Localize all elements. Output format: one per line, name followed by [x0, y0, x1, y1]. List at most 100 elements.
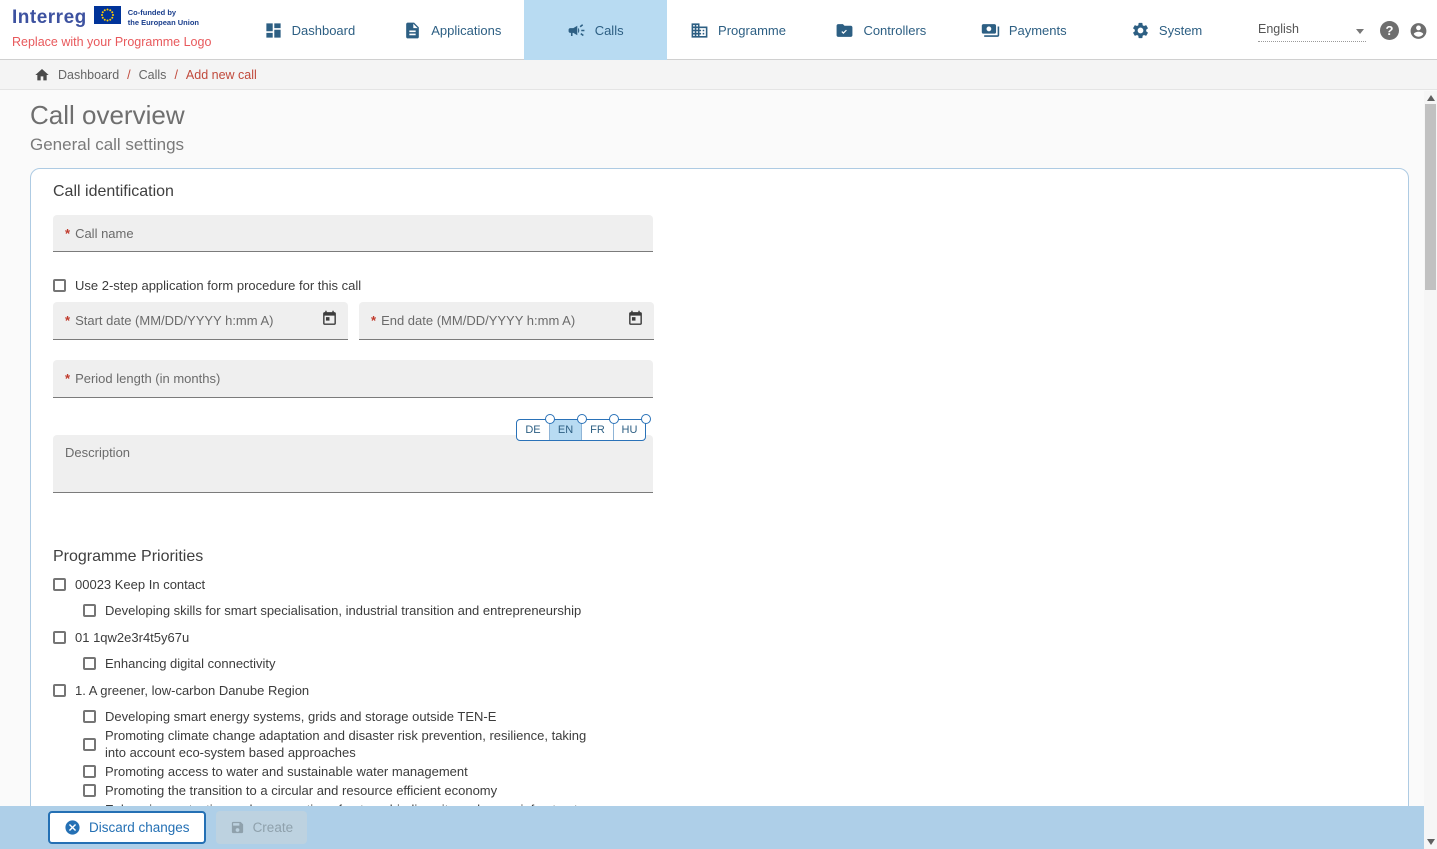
specific-objective-row[interactable]: Promoting access to water and sustainabl… [83, 763, 1408, 780]
two-step-checkbox-row[interactable]: Use 2-step application form procedure fo… [53, 278, 1408, 293]
nav-tab-dashboard[interactable]: Dashboard [238, 0, 381, 60]
user-menu-icon[interactable] [1409, 21, 1428, 40]
start-date-field[interactable]: Start date (MM/DD/YYYY h:mm A) [53, 302, 348, 340]
page-title: Call overview [30, 100, 1424, 131]
specific-objective-label: Developing skills for smart specialisati… [105, 602, 581, 619]
create-button[interactable]: Create [216, 811, 308, 844]
account-circle-icon [1409, 19, 1428, 43]
checkbox[interactable] [53, 279, 66, 292]
description-field[interactable]: Description [53, 435, 653, 493]
empty-translation-badge [609, 414, 619, 424]
create-label: Create [253, 820, 294, 835]
programme-priorities-heading: Programme Priorities [53, 548, 1408, 566]
help-icon[interactable]: ? [1380, 21, 1399, 40]
description-language-tabs: DE EN FR HU [516, 419, 646, 441]
nav-tab-controllers[interactable]: Controllers [809, 0, 952, 60]
nav-tab-label: Applications [431, 23, 501, 38]
specific-objective-label: Promoting access to water and sustainabl… [105, 763, 468, 780]
folder-check-icon [835, 21, 854, 40]
scroll-up-arrow-icon[interactable] [1427, 95, 1435, 101]
nav-tab-label: Calls [595, 23, 624, 38]
language-select[interactable]: English [1258, 22, 1366, 42]
empty-translation-badge [641, 414, 651, 424]
top-navbar: Interreg Co-funded by the European Union… [0, 0, 1437, 60]
specific-objective-label: Promoting the transition to a circular a… [105, 782, 497, 799]
lang-tab-label: EN [558, 424, 573, 436]
checkbox[interactable] [53, 578, 66, 591]
lang-tab-hu[interactable]: HU [613, 420, 645, 440]
form-action-bar: Discard changes Create [0, 806, 1437, 849]
scroll-down-arrow-icon[interactable] [1427, 839, 1435, 845]
nav-tab-calls[interactable]: Calls [524, 0, 667, 60]
description-label: Description [65, 445, 130, 460]
document-icon [403, 21, 422, 40]
priority-label: 01 1qw2e3r4t5y67u [75, 629, 189, 646]
checkbox[interactable] [83, 604, 96, 617]
period-length-field[interactable]: Period length (in months) [53, 360, 653, 398]
specific-objective-row[interactable]: Enhancing digital connectivity [83, 655, 1408, 672]
priority-row[interactable]: 00023 Keep In contact [53, 576, 1408, 593]
specific-objective-row[interactable]: Promoting climate change adaptation and … [83, 727, 1408, 761]
priority-row[interactable]: 1. A greener, low-carbon Danube Region [53, 682, 1408, 699]
empty-translation-badge [577, 414, 587, 424]
breadcrumb-current-page: Add new call [186, 68, 257, 82]
language-selected-value: English [1258, 22, 1299, 36]
specific-objective-row[interactable]: Promoting the transition to a circular a… [83, 782, 1408, 799]
checkbox[interactable] [83, 710, 96, 723]
chevron-down-icon [1356, 29, 1364, 34]
cofunded-text: Co-funded by the European Union [128, 8, 199, 27]
page-subtitle: General call settings [30, 135, 1424, 155]
checkbox[interactable] [53, 631, 66, 644]
breadcrumb-dashboard[interactable]: Dashboard [58, 68, 119, 82]
interreg-brand-text: Interreg [12, 7, 87, 29]
home-icon[interactable] [34, 67, 50, 83]
specific-objective-label: Promoting climate change adaptation and … [105, 727, 610, 761]
main-content: Call overview General call settings Call… [0, 91, 1424, 806]
lang-tab-en[interactable]: EN [549, 420, 581, 440]
nav-tab-label: Programme [718, 23, 786, 38]
call-name-field[interactable]: Call name [53, 215, 653, 252]
calendar-icon[interactable] [627, 310, 644, 332]
save-icon [230, 820, 245, 835]
checkbox[interactable] [83, 657, 96, 670]
lang-tab-label: HU [622, 424, 638, 436]
nav-tab-system[interactable]: System [1095, 0, 1238, 60]
priority-label: 00023 Keep In contact [75, 576, 205, 593]
vertical-scrollbar[interactable] [1424, 91, 1437, 849]
breadcrumb: Dashboard / Calls / Add new call [0, 60, 1437, 90]
checkbox[interactable] [83, 738, 96, 751]
checkbox[interactable] [53, 684, 66, 697]
dashboard-icon [264, 21, 283, 40]
lang-tab-de[interactable]: DE [517, 420, 549, 440]
checkbox[interactable] [83, 765, 96, 778]
calendar-icon[interactable] [321, 310, 338, 332]
end-date-label: End date (MM/DD/YYYY h:mm A) [371, 313, 627, 328]
nav-tab-applications[interactable]: Applications [381, 0, 524, 60]
nav-tab-label: Controllers [863, 23, 926, 38]
specific-objective-label: Developing smart energy systems, grids a… [105, 708, 496, 725]
scrollbar-thumb[interactable] [1425, 104, 1436, 290]
priority-row[interactable]: 01 1qw2e3r4t5y67u [53, 629, 1408, 646]
date-row: Start date (MM/DD/YYYY h:mm A) End date … [53, 302, 1408, 340]
breadcrumb-calls[interactable]: Calls [139, 68, 167, 82]
breadcrumb-separator: / [127, 68, 130, 82]
discard-changes-button[interactable]: Discard changes [48, 811, 206, 844]
gear-icon [1131, 21, 1150, 40]
lang-tab-label: FR [590, 424, 605, 436]
megaphone-icon [567, 21, 586, 40]
checkbox[interactable] [83, 784, 96, 797]
nav-tab-programme[interactable]: Programme [667, 0, 810, 60]
payments-icon [981, 21, 1000, 40]
specific-objective-row[interactable]: Developing smart energy systems, grids a… [83, 708, 1408, 725]
specific-objective-row[interactable]: Developing skills for smart specialisati… [83, 602, 1408, 619]
nav-tab-payments[interactable]: Payments [952, 0, 1095, 60]
period-length-label: Period length (in months) [65, 371, 220, 386]
end-date-field[interactable]: End date (MM/DD/YYYY h:mm A) [359, 302, 654, 340]
lang-tab-fr[interactable]: FR [581, 420, 613, 440]
discard-changes-label: Discard changes [89, 820, 190, 835]
call-identification-heading: Call identification [53, 183, 1408, 201]
specific-objective-label: Enhancing digital connectivity [105, 655, 276, 672]
two-step-checkbox-label: Use 2-step application form procedure fo… [75, 278, 361, 293]
priorities-checkbox-tree: 00023 Keep In contact Developing skills … [53, 576, 1408, 806]
programme-logo: Interreg Co-funded by the European Union… [12, 6, 237, 49]
